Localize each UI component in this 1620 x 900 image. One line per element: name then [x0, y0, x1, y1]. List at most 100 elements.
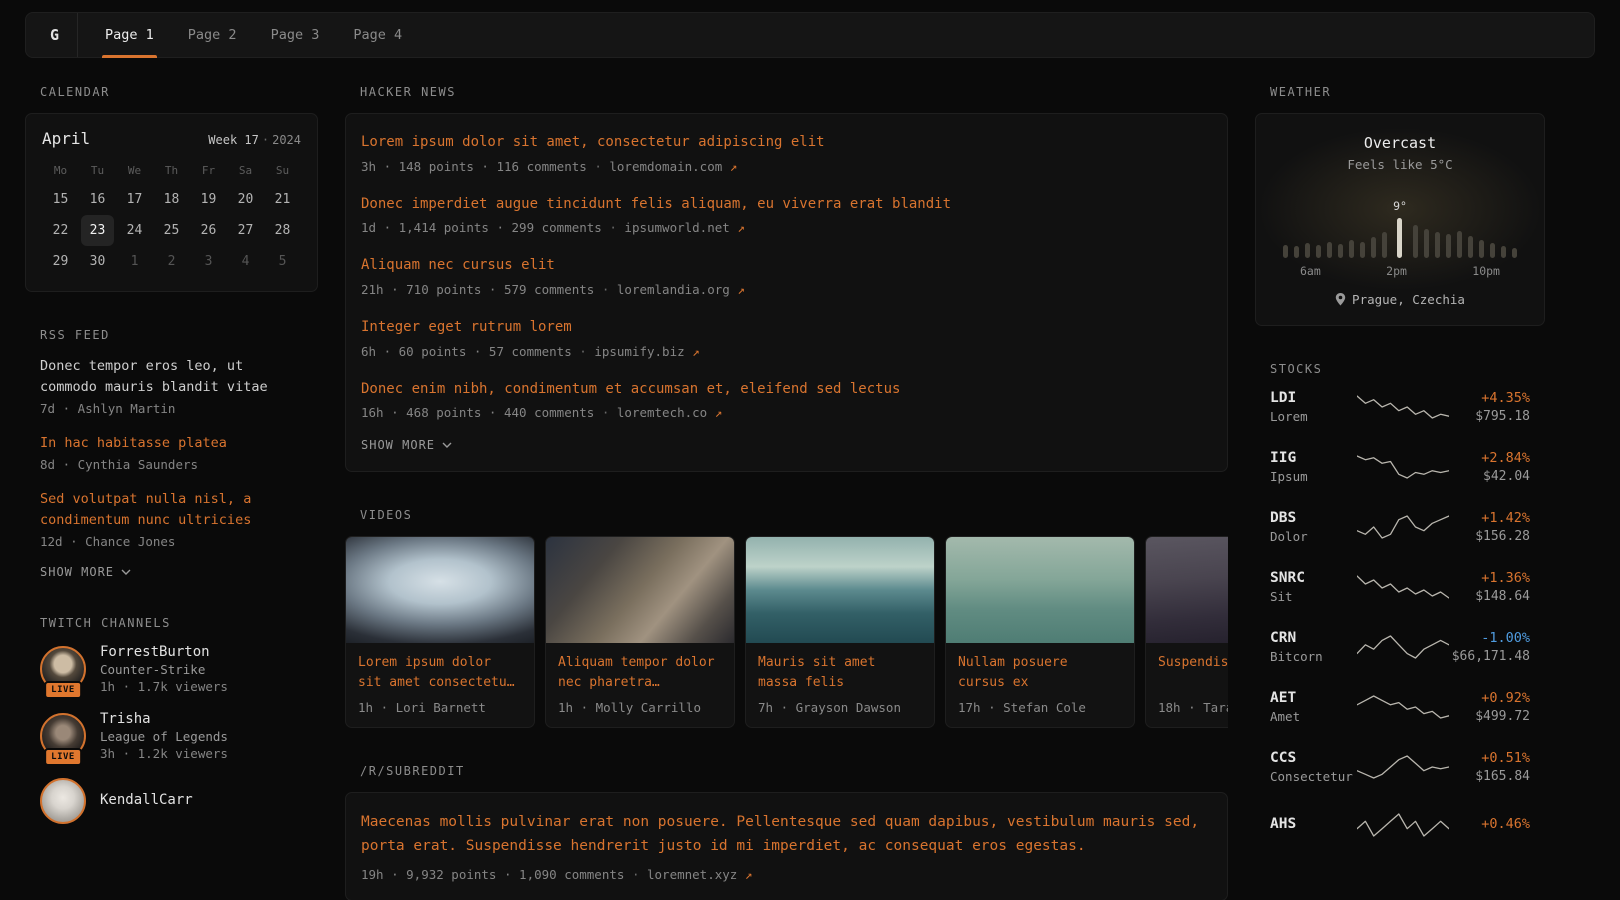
stock-values: +4.35% $795.18 [1452, 390, 1530, 424]
video-title[interactable]: Nullam posuere cursus ex [958, 653, 1122, 693]
subreddit-post-headline[interactable]: Maecenas mollis pulvinar erat non posuer… [361, 811, 1212, 859]
twitch-channel-row[interactable]: LIVE KendallCarr [40, 778, 303, 824]
weather-bar-column [1501, 227, 1506, 258]
video-card: Mauris sit amet massa felis 7h · Grayson… [745, 536, 935, 728]
weather-bar-column [1468, 217, 1473, 258]
calendar-month-label: April [42, 129, 90, 148]
hacker-news-item-domain[interactable]: loremlandia.org [617, 282, 730, 297]
external-link-icon: ↗ [745, 867, 753, 882]
video-thumbnail[interactable] [946, 537, 1134, 643]
hacker-news-show-more-label: SHOW MORE [361, 438, 435, 452]
video-title[interactable]: Lorem ipsum dolor sit amet consectetu… [358, 653, 522, 693]
separator-dot: · [579, 344, 587, 359]
weather-bar-column [1305, 224, 1310, 258]
stock-name: Bitcorn [1270, 649, 1354, 664]
weather-condition: Overcast [1272, 134, 1528, 152]
videos-widget: VIDEOS Lorem ipsum dolor sit amet consec… [345, 508, 1228, 728]
rss-item-headline[interactable]: Sed volutpat nulla nisl, a condimentum n… [40, 489, 303, 531]
weather-card: Overcast Feels like 5°C [1255, 113, 1545, 326]
calendar-day: 19 [192, 184, 225, 215]
subreddit-card: Maecenas mollis pulvinar erat non posuer… [345, 792, 1228, 900]
hacker-news-item-stats: 21h · 710 points · 579 comments [361, 282, 594, 297]
twitch-channel-name: KendallCarr [100, 792, 193, 808]
hacker-news-item-headline[interactable]: Aliquam nec cursus elit [361, 255, 1212, 277]
video-title[interactable]: Aliquam tempor dolor nec pharetra… [558, 653, 722, 693]
subreddit-post-domain[interactable]: loremnet.xyz [647, 867, 737, 882]
hacker-news-item: Integer eget rutrum lorem 6h · 60 points… [361, 317, 1212, 359]
video-thumbnail[interactable] [546, 537, 734, 643]
hacker-news-item-headline[interactable]: Donec imperdiet augue tincidunt felis al… [361, 194, 1212, 216]
stock-change: +2.84% [1452, 450, 1530, 466]
rss-item: Donec tempor eros leo, ut commodo mauris… [40, 356, 303, 416]
page-tab[interactable]: Page 3 [254, 13, 337, 57]
video-title[interactable]: Suspendisse diam [1158, 653, 1228, 693]
chevron-down-icon [121, 569, 131, 575]
stock-identity: LDI Lorem [1270, 390, 1354, 424]
video-card: Aliquam tempor dolor nec pharetra… 1h · … [545, 536, 735, 728]
subreddit-widget: /R/SUBREDDIT Maecenas mollis pulvinar er… [345, 764, 1228, 900]
page-tab-label: Page 2 [188, 27, 237, 43]
hacker-news-item-headline[interactable]: Lorem ipsum dolor sit amet, consectetur … [361, 132, 1212, 154]
weather-current-temp-label: 9° [1393, 199, 1407, 213]
stock-change: +0.51% [1452, 750, 1530, 766]
stock-price: $42.04 [1452, 469, 1530, 484]
video-meta: 1h · Molly Carrillo [558, 700, 722, 715]
hacker-news-item: Donec imperdiet augue tincidunt felis al… [361, 194, 1212, 236]
rss-item-headline[interactable]: Donec tempor eros leo, ut commodo mauris… [40, 356, 303, 398]
subreddit-post: Maecenas mollis pulvinar erat non posuer… [361, 811, 1212, 882]
hacker-news-item-headline[interactable]: Integer eget rutrum lorem [361, 317, 1212, 339]
video-thumbnail[interactable] [746, 537, 934, 643]
calendar-day-headers: Mo Tu We Th Fr Sa Su [42, 158, 301, 184]
hacker-news-item: Donec enim nibh, condimentum et accumsan… [361, 379, 1212, 421]
rss-item-headline[interactable]: In hac habitasse platea [40, 433, 303, 454]
page-tab[interactable]: Page 2 [171, 13, 254, 57]
hacker-news-item-domain[interactable]: loremdomain.com [609, 159, 722, 174]
twitch-channel-row[interactable]: LIVE Trisha League of Legends 3h · 1.2k … [40, 711, 303, 761]
weather-bar [1512, 248, 1517, 258]
stock-price: $165.84 [1452, 769, 1530, 784]
video-thumbnail[interactable] [1146, 537, 1228, 643]
hacker-news-item-headline[interactable]: Donec enim nibh, condimentum et accumsan… [361, 379, 1212, 401]
stock-name: Ipsum [1270, 469, 1354, 484]
rss-item-meta: 8d · Cynthia Saunders [40, 457, 303, 472]
twitch-channel-meta: 3h · 1.2k viewers [100, 746, 228, 761]
weather-hourly-bars: 9° [1272, 186, 1528, 258]
hacker-news-item: Aliquam nec cursus elit 21h · 710 points… [361, 255, 1212, 297]
hacker-news-item-domain[interactable]: ipsumify.biz [594, 344, 684, 359]
stock-symbol: AHS [1270, 816, 1354, 832]
stock-symbol: SNRC [1270, 570, 1354, 586]
video-title[interactable]: Mauris sit amet massa felis [758, 653, 922, 693]
page-tab[interactable]: Page 1 [88, 13, 171, 57]
hacker-news-card: Lorem ipsum dolor sit amet, consectetur … [345, 113, 1228, 472]
weather-bar-column [1382, 213, 1387, 258]
weather-bar [1457, 231, 1462, 258]
stock-symbol: AET [1270, 690, 1354, 706]
hacker-news-item-domain[interactable]: ipsumworld.net [624, 220, 729, 235]
stock-row: SNRC Sit +1.36% $148.64 [1270, 570, 1530, 604]
weather-bar [1435, 232, 1440, 258]
hacker-news-item-domain[interactable]: loremtech.co [617, 405, 707, 420]
videos-row: Lorem ipsum dolor sit amet consectetu… 1… [345, 536, 1228, 728]
video-body: Nullam posuere cursus ex 17h · Stefan Co… [946, 643, 1134, 727]
weather-bar [1316, 245, 1321, 258]
hacker-news-show-more-button[interactable]: SHOW MORE [361, 438, 452, 452]
weather-bar [1349, 240, 1354, 258]
calendar-card: April Week 17·2024 Mo Tu We Th [25, 113, 318, 292]
rss-show-more-button[interactable]: SHOW MORE [40, 565, 131, 579]
twitch-widget-title: TWITCH CHANNELS [40, 616, 318, 630]
weather-bar-column [1283, 226, 1288, 258]
stocks-widget-title: STOCKS [1270, 362, 1545, 376]
external-link-icon: ↗ [737, 220, 745, 235]
video-thumbnail[interactable] [346, 537, 534, 643]
stock-symbol: CRN [1270, 630, 1354, 646]
page-tab-label: Page 1 [105, 27, 154, 43]
separator-dot: · [594, 159, 602, 174]
app-logo[interactable]: G [32, 13, 78, 57]
separator-dot: · [262, 133, 269, 147]
weather-widget-title: WEATHER [1270, 85, 1545, 99]
twitch-channel-row[interactable]: LIVE ForrestBurton Counter-Strike 1h · 1… [40, 644, 303, 694]
weather-widget: WEATHER Overcast Feels like 5°C [1255, 85, 1545, 326]
page-tab[interactable]: Page 4 [336, 13, 419, 57]
calendar-day: 16 [81, 184, 114, 215]
twitch-channel-meta: 1h · 1.7k viewers [100, 679, 228, 694]
